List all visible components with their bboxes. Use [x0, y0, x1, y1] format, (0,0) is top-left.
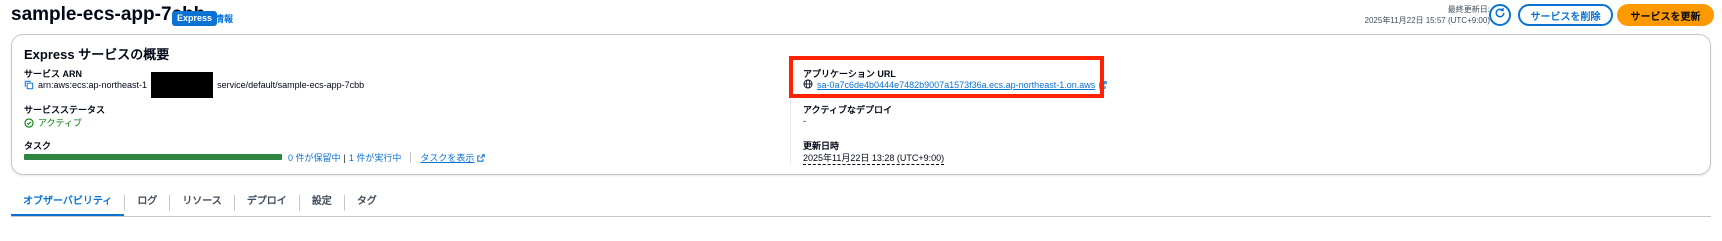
tab-resources[interactable]: リソース	[170, 190, 234, 216]
tab-observability[interactable]: オブザーバビリティ	[11, 190, 125, 217]
page-header: sample-ecs-app-7cbb Express 情報 最終更新日: 20…	[0, 0, 1722, 34]
highlight-box	[789, 56, 1104, 98]
updated-timestamp: 2025年11月22日 13:28 (UTC+9:00)	[803, 153, 945, 165]
redaction-block	[151, 72, 214, 98]
tab-tags[interactable]: タグ	[345, 190, 389, 216]
delete-service-button[interactable]: サービスを削除	[1518, 4, 1613, 26]
status-text: アクティブ	[38, 118, 83, 128]
refresh-button[interactable]	[1489, 4, 1511, 26]
tasks-summary: 0 件が保留中 | 1 件が実行中 タスクを表示	[288, 151, 486, 164]
tab-logs[interactable]: ログ	[125, 190, 169, 216]
status-value: アクティブ	[24, 116, 82, 129]
last-updated: 最終更新日: 2025年11月22日 15:57 (UTC+9:00)	[1365, 4, 1490, 26]
refresh-icon	[1494, 6, 1506, 24]
tasks-divider: |	[343, 152, 346, 163]
tasks-running: 1 件が実行中	[348, 153, 402, 163]
tabs-underline	[11, 216, 1711, 217]
external-link-icon	[477, 153, 486, 162]
arn-prefix: arn:aws:ecs:ap-northeast-1	[38, 80, 148, 90]
last-updated-label: 最終更新日:	[1447, 5, 1490, 14]
updated-value: 2025年11月22日 13:28 (UTC+9:00)	[803, 151, 945, 165]
copy-icon[interactable]	[24, 80, 34, 90]
tab-bar: オブザーバビリティ ログ リソース デプロイ 設定 タグ	[11, 190, 389, 217]
tasks-progress-bar	[24, 154, 282, 160]
info-link[interactable]: 情報	[215, 12, 233, 25]
tasks-pending: 0 件が保留中	[288, 153, 341, 163]
deploy-label: アクティブなデプロイ	[803, 105, 893, 115]
arn-value: arn:aws:ecs:ap-northeast-1 service/defau…	[24, 72, 364, 98]
last-updated-value: 2025年11月22日 15:57 (UTC+9:00)	[1364, 16, 1490, 25]
tasks-label: タスク	[24, 141, 52, 151]
check-circle-icon	[24, 117, 34, 128]
deploy-value: -	[803, 116, 806, 126]
card-title: Express サービスの概要	[24, 47, 170, 62]
view-tasks-link[interactable]: タスクを表示	[420, 151, 474, 164]
update-service-button[interactable]: サービスを更新	[1617, 4, 1714, 26]
tab-settings[interactable]: 設定	[300, 190, 344, 216]
express-badge: Express	[172, 11, 218, 26]
arn-suffix: service/default/sample-ecs-app-7cbb	[217, 80, 365, 90]
tasks-separator	[410, 152, 412, 163]
status-label: サービスステータス	[24, 105, 106, 115]
tab-deployments[interactable]: デプロイ	[235, 190, 299, 216]
